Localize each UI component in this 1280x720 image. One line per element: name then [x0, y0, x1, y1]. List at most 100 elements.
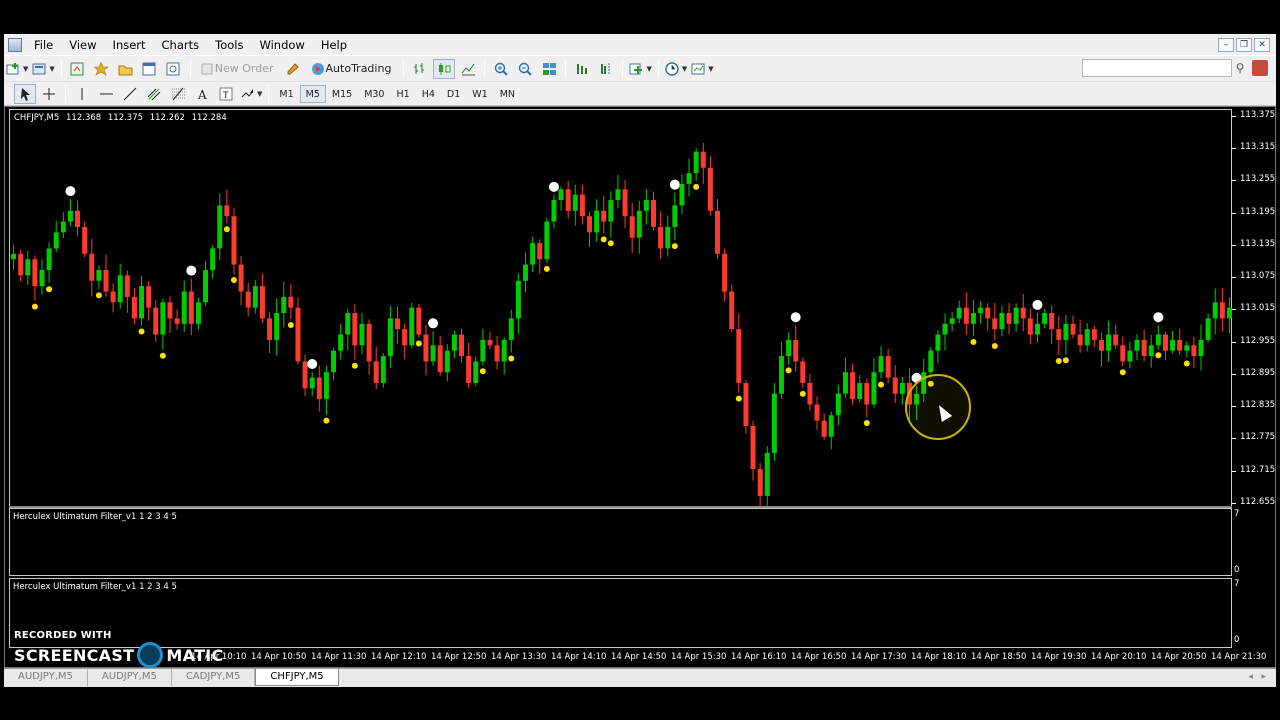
timeframe-mn[interactable]: MN — [494, 85, 521, 103]
menu-window[interactable]: Window — [251, 38, 312, 52]
search-input[interactable] — [1082, 59, 1232, 77]
price-axis[interactable]: 113.375 113.315 113.255 113.195 113.135 113.0… — [1232, 109, 1276, 507]
chart-shift-button[interactable] — [595, 59, 617, 79]
signal-marker — [863, 419, 870, 426]
price-label: 112.775 — [1240, 432, 1276, 443]
tab-cadjpy[interactable]: CADJPY,M5 — [172, 669, 256, 686]
signal-marker — [230, 276, 237, 283]
menu-file[interactable]: File — [26, 38, 61, 52]
candle-body — [1070, 323, 1076, 335]
tab-chfjpy[interactable]: CHFJPY,M5 — [255, 669, 339, 686]
line-chart-button[interactable] — [457, 59, 479, 79]
indicator-title: Herculex Ultimatum Filter_v1 1 2 3 4 5 — [13, 582, 177, 592]
templates-button[interactable]: ▼ — [690, 59, 714, 79]
arrows-icon — [241, 88, 254, 97]
restore-icon[interactable]: ❐ — [1236, 37, 1252, 52]
indicators-button[interactable]: ▼ — [628, 59, 652, 79]
close-icon[interactable]: ✕ — [1254, 37, 1270, 52]
equidistant-channel-tool[interactable] — [143, 84, 165, 104]
terminal-button[interactable] — [139, 59, 161, 79]
timeframe-m30[interactable]: M30 — [358, 85, 390, 103]
candle-body — [167, 302, 173, 319]
candle-body — [771, 393, 777, 453]
candle-body — [1198, 339, 1204, 357]
timeframe-m5[interactable]: M5 — [299, 84, 326, 103]
main-chart-pane[interactable]: CHFJPY,M5 112.368 112.375 112.262 112.28… — [9, 109, 1233, 508]
cursor-tool[interactable] — [14, 83, 36, 104]
market-watch-button[interactable] — [67, 59, 89, 79]
fibonacci-tool[interactable] — [167, 84, 189, 104]
candle-body — [1063, 323, 1069, 340]
metaeditor-button[interactable] — [283, 59, 305, 79]
tile-windows-button[interactable] — [538, 59, 560, 79]
signal-marker — [508, 355, 515, 362]
candles-button[interactable] — [433, 58, 456, 79]
tab-audjpy-2[interactable]: AUDJPY,M5 — [88, 669, 172, 686]
time-label: 14 Apr 16:10 — [731, 652, 787, 662]
timeframe-h4[interactable]: H4 — [416, 85, 441, 103]
candle-body — [899, 382, 905, 394]
timeframe-d1[interactable]: D1 — [441, 85, 466, 103]
navigator-button[interactable] — [91, 59, 113, 79]
vertical-line-tool[interactable] — [71, 84, 93, 104]
time-label: 14 Apr 15:30 — [671, 652, 727, 662]
time-label: 14 Apr 20:50 — [1151, 652, 1207, 662]
timeframe-m15[interactable]: M15 — [326, 85, 358, 103]
profiles-button[interactable]: ▼ — [31, 59, 55, 79]
toolbar-separator — [268, 84, 270, 103]
autoscroll-button[interactable] — [571, 59, 593, 79]
data-window-button[interactable] — [115, 59, 137, 79]
zoom-out-button[interactable] — [514, 59, 536, 79]
menu-charts[interactable]: Charts — [154, 38, 208, 52]
new-order-button[interactable]: New Order — [196, 59, 281, 79]
new-chart-button[interactable]: ▼ — [5, 59, 29, 79]
candlestick-chart[interactable] — [10, 110, 1233, 508]
price-tick — [1232, 470, 1236, 472]
tester-button[interactable] — [163, 59, 185, 79]
candle-body — [992, 318, 998, 330]
tab-scroll-arrows[interactable]: ◂ ▸ — [1248, 669, 1266, 685]
messages-icon[interactable] — [1252, 60, 1268, 76]
minimize-icon[interactable]: – — [1218, 37, 1234, 52]
candle-body — [1049, 313, 1055, 330]
candle-body — [963, 307, 969, 324]
candle-body — [814, 404, 820, 421]
candle-body — [373, 361, 379, 383]
menu-help[interactable]: Help — [313, 38, 355, 52]
autotrading-button[interactable]: AutoTrading — [307, 59, 399, 79]
vline-icon — [81, 87, 82, 100]
periods-icon — [665, 61, 679, 76]
indicator-scale-min: 0 — [1234, 565, 1240, 575]
profiles-icon — [32, 63, 46, 74]
candle-body — [686, 173, 692, 184]
menu-tools[interactable]: Tools — [207, 38, 251, 52]
chart-window-icon[interactable] — [8, 37, 22, 52]
text-tool[interactable]: A — [191, 84, 213, 104]
trendline-tool[interactable] — [119, 84, 141, 104]
candle-body — [850, 372, 856, 400]
candle-body — [842, 372, 848, 394]
periods-button[interactable]: ▼ — [664, 59, 688, 79]
horizontal-line-tool[interactable] — [95, 84, 117, 104]
candle-body — [459, 334, 465, 357]
indicator-pane-1[interactable]: Herculex Ultimatum Filter_v1 1 2 3 4 5 — [9, 508, 1232, 576]
tab-audjpy-1[interactable]: AUDJPY,M5 — [4, 669, 88, 686]
signal-marker — [970, 339, 977, 346]
price-tick — [1232, 503, 1236, 504]
timeframe-h1[interactable]: H1 — [390, 85, 415, 103]
search-icon[interactable]: ⚲ — [1232, 59, 1248, 77]
arrows-tool[interactable]: ▼ — [239, 84, 263, 104]
menu-view[interactable]: View — [61, 38, 104, 52]
indicators-icon — [629, 63, 643, 74]
time-label: 14 Apr 14:10 — [551, 652, 607, 662]
bar-chart-button[interactable] — [409, 59, 431, 79]
zoom-in-button[interactable] — [490, 59, 512, 79]
crosshair-tool[interactable] — [38, 84, 60, 104]
top-black-strip — [0, 0, 1280, 33]
timeframe-w1[interactable]: W1 — [466, 85, 493, 103]
text-label-tool[interactable]: T — [215, 84, 237, 104]
menu-insert[interactable]: Insert — [105, 38, 154, 52]
price-label: 113.015 — [1240, 303, 1276, 314]
candle-body — [146, 286, 152, 308]
timeframe-m1[interactable]: M1 — [273, 85, 299, 103]
